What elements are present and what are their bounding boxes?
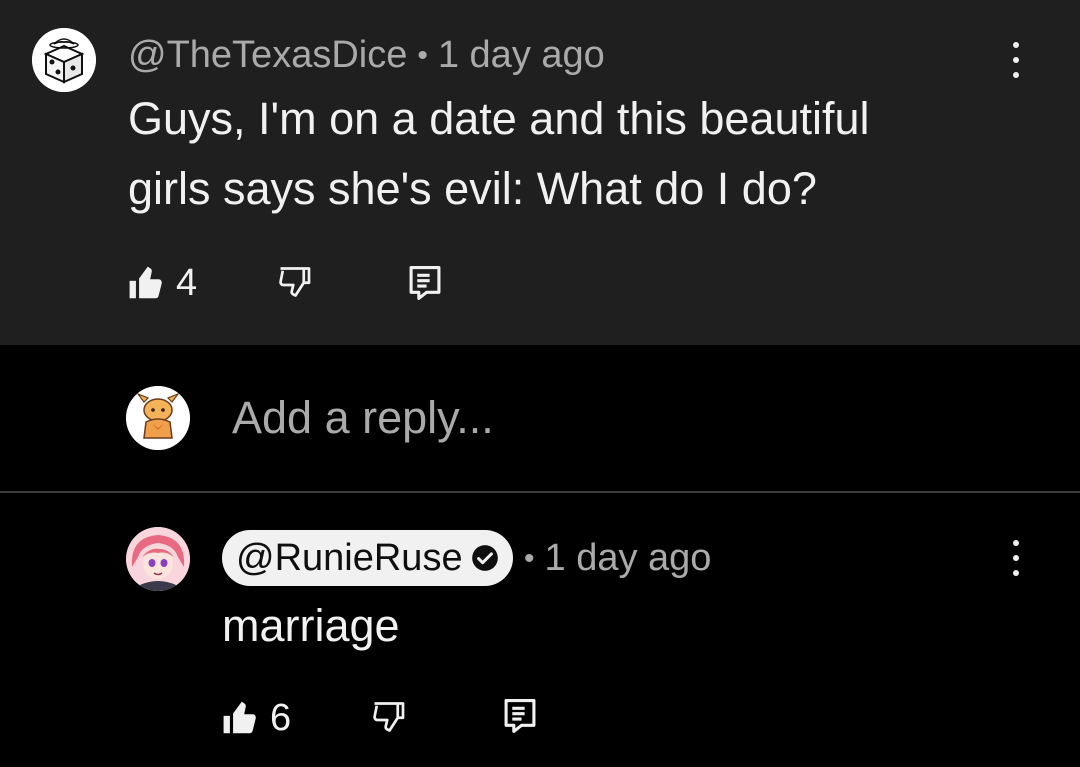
- comment-meta: @TheTexasDice • 1 day ago: [128, 34, 605, 77]
- reply-kebab-menu-icon[interactable]: [1001, 538, 1031, 578]
- replier-avatar[interactable]: [126, 527, 190, 591]
- parent-comment: @TheTexasDice • 1 day ago Guys, I'm on a…: [0, 0, 1080, 345]
- add-reply-input[interactable]: Add a reply...: [232, 392, 494, 444]
- meta-separator: •: [417, 38, 428, 72]
- anime-avatar-icon: [126, 527, 190, 591]
- thumbs-down-icon: [373, 702, 405, 732]
- comment-timestamp[interactable]: 1 day ago: [438, 34, 605, 77]
- reply-reply-button[interactable]: [503, 697, 537, 735]
- thumbs-down-icon: [279, 267, 311, 297]
- comment-text-line-2: girls says she's evil: What do I do?: [128, 163, 817, 214]
- replier-handle: @RunieRuse: [236, 536, 463, 579]
- verified-check-icon: [471, 545, 498, 571]
- reply-meta-separator: •: [524, 541, 535, 575]
- reply-meta: • 1 day ago: [524, 537, 711, 580]
- reply-like-count: 6: [270, 697, 292, 739]
- replier-handle-chip[interactable]: @RunieRuse: [222, 530, 513, 586]
- comment-like-count: 4: [176, 262, 198, 304]
- reply-timestamp[interactable]: 1 day ago: [545, 537, 712, 580]
- thumbs-up-filled-icon: [223, 701, 256, 733]
- reply-dislike-button[interactable]: [370, 699, 406, 735]
- reply-icon: [504, 699, 536, 733]
- thumbs-up-filled-icon: [129, 266, 162, 298]
- comment-reply-button[interactable]: [408, 264, 442, 302]
- commenter-avatar[interactable]: [32, 28, 96, 92]
- current-user-avatar: [126, 386, 190, 450]
- user-avatar-icon: [126, 386, 190, 450]
- comment-text-line-1: Guys, I'm on a date and this beautiful: [128, 93, 870, 144]
- comment-like-button[interactable]: 4: [128, 262, 197, 305]
- reply-text: marriage: [222, 600, 400, 651]
- comment-kebab-menu-icon[interactable]: [1001, 40, 1031, 80]
- reply-like-button[interactable]: 6: [222, 697, 291, 740]
- reply-icon: [409, 265, 441, 300]
- comment-dislike-button[interactable]: [276, 264, 312, 300]
- comment-text: Guys, I'm on a date and this beautiful g…: [128, 84, 870, 224]
- commenter-handle[interactable]: @TheTexasDice: [128, 34, 407, 77]
- dice-avatar-icon: [32, 28, 96, 92]
